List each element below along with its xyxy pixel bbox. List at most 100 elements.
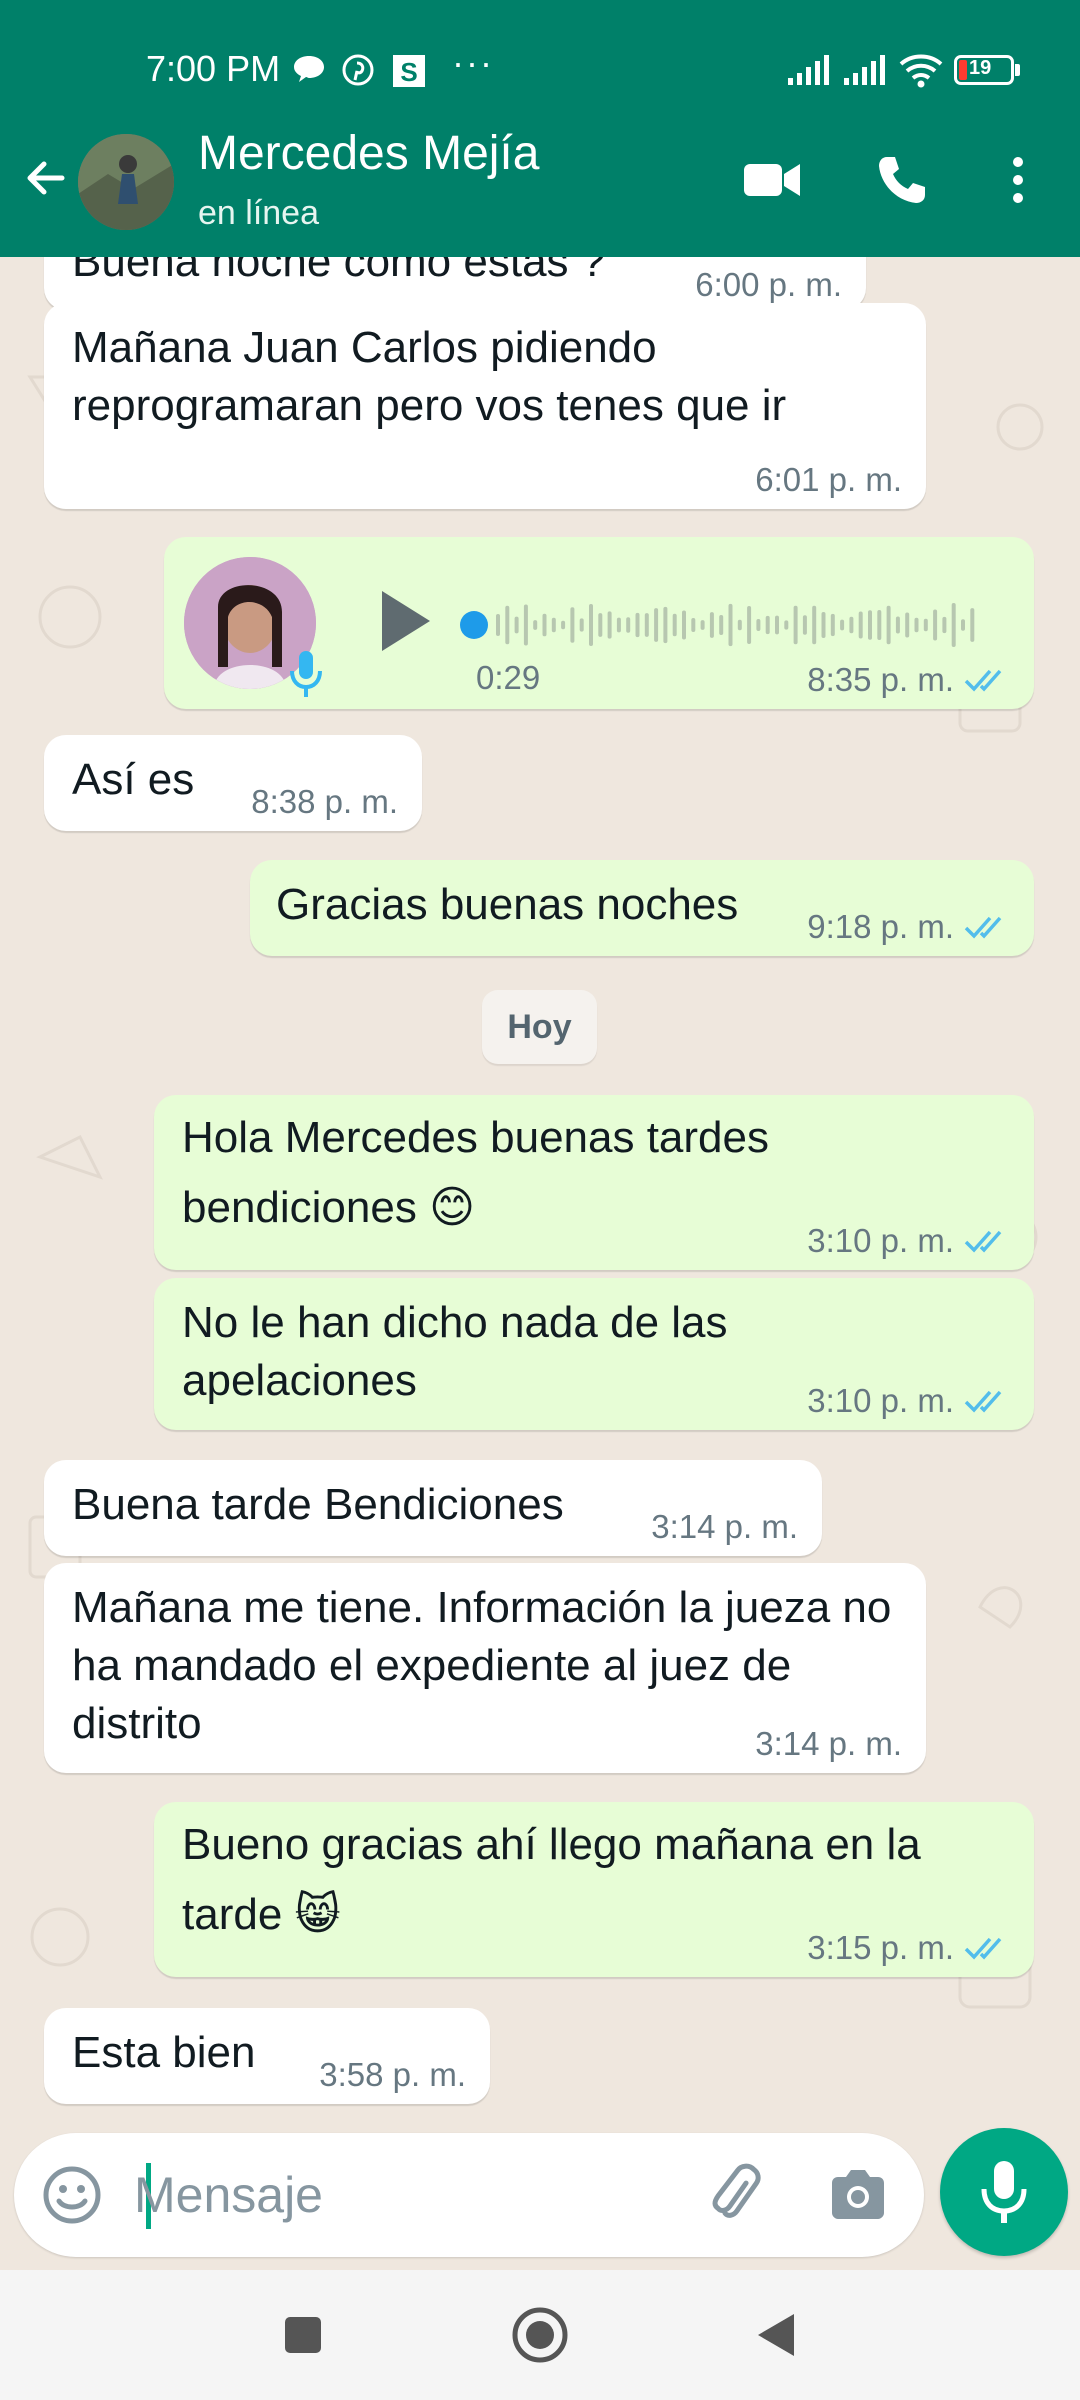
double-check-icon [964,1230,1002,1253]
waveform-graphic [460,603,975,647]
waveform-bar [570,607,575,643]
waveform-bar [765,615,770,635]
message-time: 8:35 p. m. [807,661,954,698]
waveform-bar [784,620,789,630]
message-bubble-incoming[interactable]: Esta bien 3:58 p. m. [44,2008,490,2104]
video-call-button[interactable] [740,148,804,212]
waveform-bar [663,606,668,644]
waveform-bar [756,619,761,631]
wifi-icon [899,54,943,88]
voice-message-bubble[interactable]: 0:29 8:35 p. m. [164,537,1034,709]
voice-waveform[interactable] [458,597,988,653]
contact-status: en línea [198,194,319,232]
status-overflow: ··· [452,42,494,83]
mic-badge-icon [290,651,322,697]
waveform-bar [858,611,863,639]
message-meta: 3:14 p. m. [651,1508,798,1546]
waveform-bar [802,615,807,635]
waveform-bar [942,616,947,634]
status-bar: 7:00 PM S ··· 19 [0,0,1080,136]
chat-area[interactable]: Buena noche como estás ? 6:00 p. m. Maña… [0,257,1080,2127]
double-check-icon [964,1937,1002,1960]
waveform-bar [654,608,659,642]
waveform-bar [775,615,779,635]
nav-home-button[interactable] [505,2300,575,2370]
waveform-bar [812,605,817,645]
waveform-bar [868,610,872,640]
date-divider: Hoy [482,990,597,1064]
chat-header: 7:00 PM S ··· 19 Mercedes Mejía en línea [0,0,1080,257]
signal-icon [788,55,829,85]
waveform-bar [691,617,696,633]
waveform-bar [496,614,500,636]
message-bubble-outgoing[interactable]: Bueno gracias ahí llego mañana en la tar… [154,1802,1034,1977]
waveform-bar [709,612,714,638]
message-input[interactable] [134,2157,694,2233]
waveform-bar [561,620,566,630]
waveform-bar [728,603,733,647]
waveform-bar [821,611,826,639]
home-icon [512,2307,568,2363]
message-input-wrapper[interactable] [14,2133,924,2257]
waveform-bar [523,604,528,646]
waveform-bar [672,613,677,637]
avatar-photo [78,134,174,230]
waveform-bar [970,608,975,642]
battery-icon: 19 [954,55,1020,85]
camera-button[interactable] [826,2163,890,2227]
waveform-bar [923,618,928,632]
message-meta: 3:10 p. m. [807,1382,1010,1420]
message-time: 6:01 p. m. [755,461,902,498]
message-time: 3:10 p. m. [807,1222,954,1259]
message-time: 3:14 p. m. [755,1725,902,1762]
waveform-bar [514,616,519,634]
message-bubble-incoming[interactable]: Buena tarde Bendiciones 3:14 p. m. [44,1460,822,1556]
more-vert-icon [1013,157,1023,203]
back-triangle-icon [758,2314,794,2356]
waveform-bar [793,605,798,645]
battery-level: 19 [969,57,992,79]
waveform-bar [951,603,956,647]
message-meta: 3:14 p. m. [755,1725,902,1763]
playback-position-dot[interactable] [460,611,488,639]
message-text: Hola Mercedes buenas tardes bendiciones … [182,1113,769,1232]
message-bubble-incoming[interactable]: Así es 8:38 p. m. [44,735,422,831]
more-options-button[interactable] [986,148,1050,212]
message-meta: 3:10 p. m. [807,1222,1010,1260]
waveform-bar [505,605,510,645]
nav-back-button[interactable] [740,2300,810,2370]
back-button[interactable] [18,150,74,206]
waveform-bar [914,617,919,633]
waveform-bar [877,610,882,640]
phone-icon [879,157,925,203]
message-bubble-outgoing[interactable]: Hola Mercedes buenas tardes bendiciones … [154,1095,1034,1270]
recents-icon [285,2317,321,2353]
message-bubble-incoming[interactable]: Mañana me tiene. Información la jueza no… [44,1563,926,1773]
waveform-bar [700,620,705,630]
double-check-icon [964,669,1002,692]
emoji-button[interactable] [40,2163,104,2227]
play-button[interactable] [368,581,438,661]
waveform-bar [747,605,752,645]
waveform-bar [533,620,538,630]
message-meta: 9:18 p. m. [807,908,1010,946]
message-meta: 8:35 p. m. [807,661,1010,699]
pinterest-icon [342,54,374,86]
contact-name[interactable]: Mercedes Mejía [198,126,539,181]
message-bubble-outgoing[interactable]: No le han dicho nada de las apelaciones … [154,1278,1034,1430]
back-arrow-icon [27,161,65,195]
chat-bubble-icon [294,56,324,82]
message-meta: 3:15 p. m. [807,1929,1010,1967]
message-bubble-outgoing[interactable]: Gracias buenas noches 9:18 p. m. [250,860,1034,956]
voice-call-button[interactable] [870,148,934,212]
message-text: No le han dicho nada de las apelaciones [182,1298,728,1405]
contact-avatar[interactable] [78,134,174,230]
voice-record-button[interactable] [940,2128,1068,2256]
svg-text:S: S [400,57,417,87]
waveform-bar [905,612,910,638]
nav-recents-button[interactable] [268,2300,338,2370]
message-time: 3:10 p. m. [807,1382,954,1419]
message-bubble-incoming[interactable]: Mañana Juan Carlos pidiendo reprogramara… [44,303,926,509]
mic-icon [981,2161,1027,2223]
attach-button[interactable] [704,2163,768,2227]
